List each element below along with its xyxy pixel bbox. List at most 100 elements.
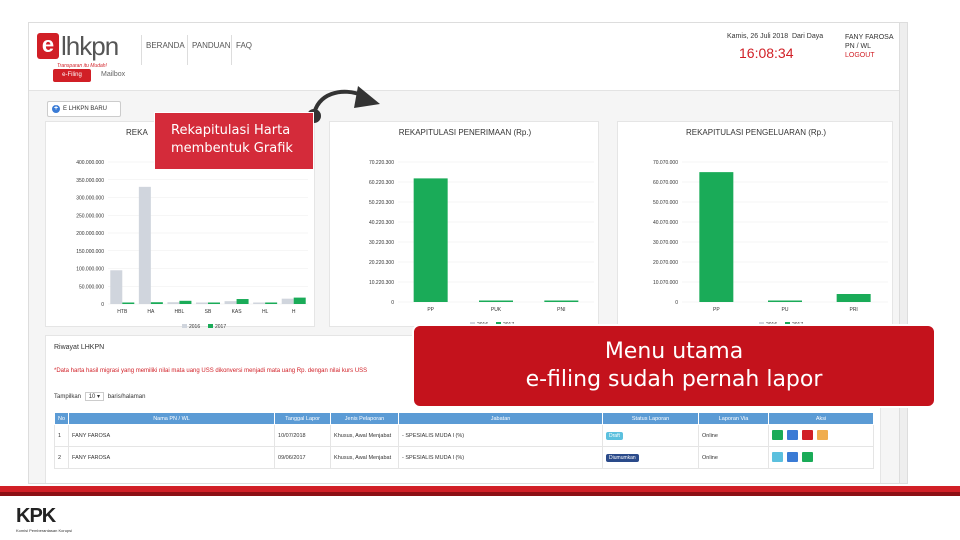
riwayat-table: No Nama PN / WL Tanggal Lapor Jenis Pela… [53, 412, 874, 469]
bar-2017 [479, 300, 513, 302]
bar-2017 [836, 294, 871, 302]
y-tick-label: 50.220.300 [369, 200, 394, 206]
page-size-select[interactable]: 10 ▾ [84, 392, 105, 401]
app-screenshot: e lhkpn Transparan itu Mudah! BERANDA PA… [28, 22, 908, 484]
nav-panduan[interactable]: PANDUAN [187, 35, 235, 65]
y-tick-label: 40.220.300 [369, 220, 394, 226]
bar-2017 [236, 299, 249, 304]
y-tick-label: 100.000.000 [76, 267, 104, 273]
y-tick-label: 70.220.300 [369, 160, 394, 166]
y-tick-label: 250.000.000 [76, 213, 104, 219]
status-badge: Draft [606, 431, 623, 440]
riwayat-title: Riwayat LHKPN [54, 344, 105, 351]
delete-icon[interactable] [802, 429, 814, 440]
top-bar: e lhkpn Transparan itu Mudah! BERANDA PA… [29, 23, 907, 91]
col-jenis[interactable]: Jenis Pelaporan [330, 412, 400, 425]
y-tick-label: 60.220.300 [369, 180, 394, 186]
legend-label-2016: 2016 [189, 324, 200, 328]
x-tick-label: PUK [491, 307, 502, 313]
user-info: FANY FAROSA PN / WL LOGOUT [845, 33, 894, 60]
col-jabatan[interactable]: Jabatan [398, 412, 604, 425]
y-tick-label: 20.070.000 [653, 260, 678, 266]
callout-menu-utama: Menu utama e-filing sudah pernah lapor [412, 324, 936, 408]
y-tick-label: 0 [391, 300, 394, 306]
x-tick-label: PU [782, 307, 789, 313]
y-tick-label: 400.000.000 [76, 160, 104, 166]
row-actions [768, 446, 874, 469]
y-tick-label: 350.000.000 [76, 178, 104, 184]
col-tanggal[interactable]: Tanggal Lapor [274, 412, 332, 425]
elhkpn-logo[interactable]: e lhkpn Transparan itu Mudah! [35, 29, 140, 71]
col-no[interactable]: No [53, 412, 70, 425]
edit-icon[interactable] [772, 429, 784, 440]
y-tick-label: 300.000.000 [76, 196, 104, 202]
kpk-brand: KPK [16, 505, 56, 527]
logo-text: lhkpn [61, 31, 119, 61]
view-icon[interactable] [772, 451, 784, 462]
x-tick-label: PP [427, 307, 434, 313]
row-type: Khusus, Awal Menjabat [330, 446, 400, 469]
bar-2017 [150, 302, 163, 304]
col-aksi: Aksi [768, 412, 874, 425]
clock: 16:08:34 [739, 45, 794, 61]
legend-swatch-2016 [182, 324, 187, 328]
x-tick-label: HBL [175, 309, 185, 315]
new-lhkpn-label: E LHKPN BARU [63, 106, 108, 112]
show-label: Tampilkan [54, 394, 82, 400]
document-icon[interactable] [802, 451, 814, 462]
callout-menu-line1: Menu utama [604, 339, 744, 364]
y-tick-label: 10.220.300 [369, 280, 394, 286]
col-via[interactable]: Laporan Via [698, 412, 770, 425]
user-role: PN / WL [845, 43, 872, 50]
chart-penerimaan: 70.220.300 60.220.300 50.220.300 40.220.300… [369, 160, 594, 328]
print-icon[interactable] [787, 451, 799, 462]
row-via: Online [698, 424, 770, 447]
efiling-button[interactable]: e-Filing [53, 69, 91, 82]
row-name: FANY FAROSA [68, 424, 276, 447]
print-icon[interactable] [787, 429, 799, 440]
callout-menu-line2: e-filing sudah pernah lapor [525, 367, 823, 392]
callout-harta-line1: Rekapitulasi Harta [171, 123, 291, 138]
row-position: - SPESIALIS MUDA I (%) [398, 424, 604, 447]
y-tick-label: 0 [101, 302, 104, 308]
y-tick-label: 60.070.000 [653, 180, 678, 186]
mailbox-link[interactable]: Mailbox [101, 71, 125, 78]
x-tick-label: KAS [232, 309, 243, 315]
bar-2017 [768, 300, 802, 302]
bar-2017 [208, 302, 220, 304]
bar-2016 [196, 302, 208, 304]
row-status-cell: Diumumkan [602, 446, 700, 469]
row-position: - SPESIALIS MUDA I (%) [398, 446, 604, 469]
row-date: 10/07/2018 [274, 424, 332, 447]
chart-panel-pengeluaran: REKAPITULASI PENGELUARAN (Rp.) 70.070.00… [617, 121, 893, 328]
legend-swatch-2017 [208, 324, 213, 328]
page-scrollbar[interactable] [899, 23, 907, 483]
y-tick-label: 50.070.000 [653, 200, 678, 206]
bar-2016 [253, 302, 266, 304]
nav-beranda[interactable]: BERANDA [141, 35, 189, 65]
col-status[interactable]: Status Laporan [602, 412, 700, 425]
logout-link[interactable]: LOGOUT [845, 51, 894, 60]
x-tick-label: PRI [849, 307, 857, 313]
col-nama[interactable]: Nama PN / WL [68, 412, 276, 425]
x-tick-label: PNI [557, 307, 565, 313]
bar-2016 [224, 301, 237, 304]
row-no: 2 [53, 446, 70, 469]
new-lhkpn-button[interactable]: + E LHKPN BARU [47, 101, 121, 117]
y-tick-label: 70.070.000 [653, 160, 678, 166]
y-tick-label: 50.000.000 [79, 284, 104, 290]
y-tick-label: 30.220.300 [369, 240, 394, 246]
page-size-value: 10 [88, 394, 96, 400]
row-date: 09/06/2017 [274, 446, 332, 469]
bar-2017 [179, 300, 192, 304]
row-type: Khusus, Awal Menjabat [330, 424, 400, 447]
callout-harta-line2: membentuk Grafik [171, 141, 293, 156]
bar-2016 [281, 298, 294, 304]
x-tick-label: SB [205, 309, 212, 315]
bar-2017 [122, 302, 135, 304]
show-suffix: baris/halaman [107, 394, 146, 400]
nav-faq[interactable]: FAQ [231, 35, 256, 65]
list-icon[interactable] [817, 429, 829, 440]
logo-e: e [37, 33, 59, 59]
bar-2016 [138, 186, 151, 304]
